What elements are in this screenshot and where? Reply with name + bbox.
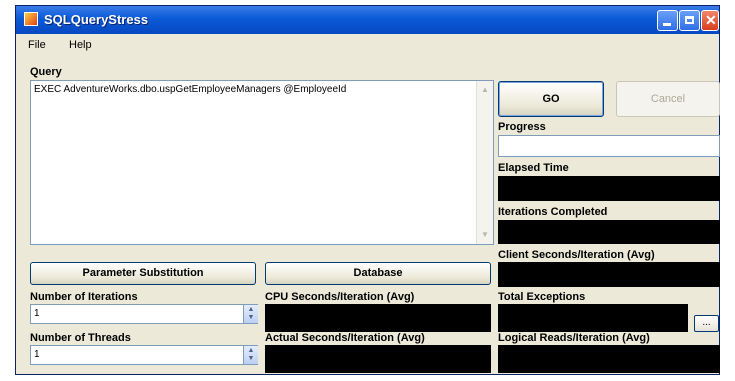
threads-value: 1 bbox=[34, 349, 40, 360]
iterations-value: 1 bbox=[34, 308, 40, 319]
database-button[interactable]: Database bbox=[265, 262, 491, 285]
number-of-threads-label: Number of Threads bbox=[30, 332, 131, 344]
query-scrollbar[interactable]: ▲ ▼ bbox=[476, 81, 493, 244]
go-button[interactable]: GO bbox=[498, 81, 604, 117]
elapsed-time-value bbox=[498, 176, 720, 201]
parameter-substitution-button[interactable]: Parameter Substitution bbox=[30, 262, 256, 285]
minimize-button[interactable] bbox=[657, 10, 678, 31]
menu-bar: File Help bbox=[16, 36, 719, 56]
window-title: SQLQueryStress bbox=[44, 12, 149, 27]
actual-seconds-value bbox=[265, 345, 491, 373]
logical-reads-label: Logical Reads/Iteration (Avg) bbox=[498, 332, 650, 344]
total-exceptions-label: Total Exceptions bbox=[498, 291, 586, 303]
cpu-seconds-value bbox=[265, 304, 491, 332]
cancel-button[interactable]: Cancel bbox=[616, 81, 720, 117]
total-exceptions-value bbox=[498, 304, 688, 332]
iterations-completed-value bbox=[498, 220, 720, 244]
close-icon: ✕ bbox=[705, 12, 717, 28]
progress-label: Progress bbox=[498, 121, 546, 133]
maximize-button[interactable] bbox=[679, 10, 700, 31]
title-bar[interactable]: SQLQueryStress ✕ bbox=[16, 6, 719, 34]
logical-reads-value bbox=[498, 345, 720, 373]
threads-spinner-icon[interactable]: ▲ ▼ bbox=[243, 346, 258, 364]
iterations-completed-label: Iterations Completed bbox=[498, 206, 608, 218]
query-textbox[interactable]: EXEC AdventureWorks.dbo.uspGetEmployeeMa… bbox=[30, 80, 494, 245]
client-seconds-value bbox=[498, 262, 720, 287]
elapsed-time-label: Elapsed Time bbox=[498, 162, 569, 174]
menu-help[interactable]: Help bbox=[69, 39, 92, 51]
cpu-seconds-label: CPU Seconds/Iteration (Avg) bbox=[265, 291, 415, 303]
app-icon bbox=[24, 12, 38, 26]
query-text: EXEC AdventureWorks.dbo.uspGetEmployeeMa… bbox=[34, 84, 347, 95]
number-of-iterations-label: Number of Iterations bbox=[30, 291, 138, 303]
progress-bar bbox=[498, 135, 720, 157]
scroll-up-icon[interactable]: ▲ bbox=[478, 83, 492, 97]
iterations-spinner-icon[interactable]: ▲ ▼ bbox=[243, 305, 258, 323]
menu-file[interactable]: File bbox=[28, 39, 46, 51]
query-label: Query bbox=[30, 66, 62, 78]
scroll-down-icon[interactable]: ▼ bbox=[478, 228, 492, 242]
number-of-iterations-input[interactable]: 1 ▲ ▼ bbox=[30, 304, 258, 324]
actual-seconds-label: Actual Seconds/Iteration (Avg) bbox=[265, 332, 425, 344]
close-button[interactable]: ✕ bbox=[701, 10, 719, 31]
main-window: SQLQueryStress ✕ File Help Query EXEC Ad… bbox=[15, 5, 720, 375]
client-seconds-label: Client Seconds/Iteration (Avg) bbox=[498, 249, 655, 261]
exceptions-details-button[interactable]: ... bbox=[694, 315, 719, 332]
number-of-threads-input[interactable]: 1 ▲ ▼ bbox=[30, 345, 258, 365]
